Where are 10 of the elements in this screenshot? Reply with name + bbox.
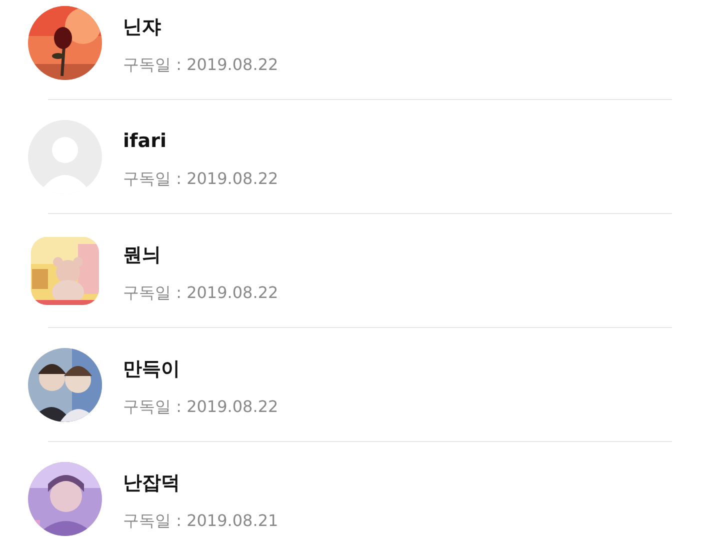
subscription-date: 구독일 : 2019.08.22 xyxy=(123,55,278,75)
subscription-date: 구독일 : 2019.08.22 xyxy=(123,283,278,303)
subscription-date: 구독일 : 2019.08.22 xyxy=(123,397,278,417)
subscriber-name: 뭔늬 xyxy=(123,243,162,267)
subscription-date: 구독일 : 2019.08.21 xyxy=(123,511,278,531)
subscriber-name: 난잡덕 xyxy=(123,471,181,495)
subscriber-name: 만득이 xyxy=(123,357,181,381)
subscriber-name: ifari xyxy=(123,129,168,153)
subscriber-name: 닌쟈 xyxy=(123,15,162,39)
subscription-date: 구독일 : 2019.08.22 xyxy=(123,169,278,189)
